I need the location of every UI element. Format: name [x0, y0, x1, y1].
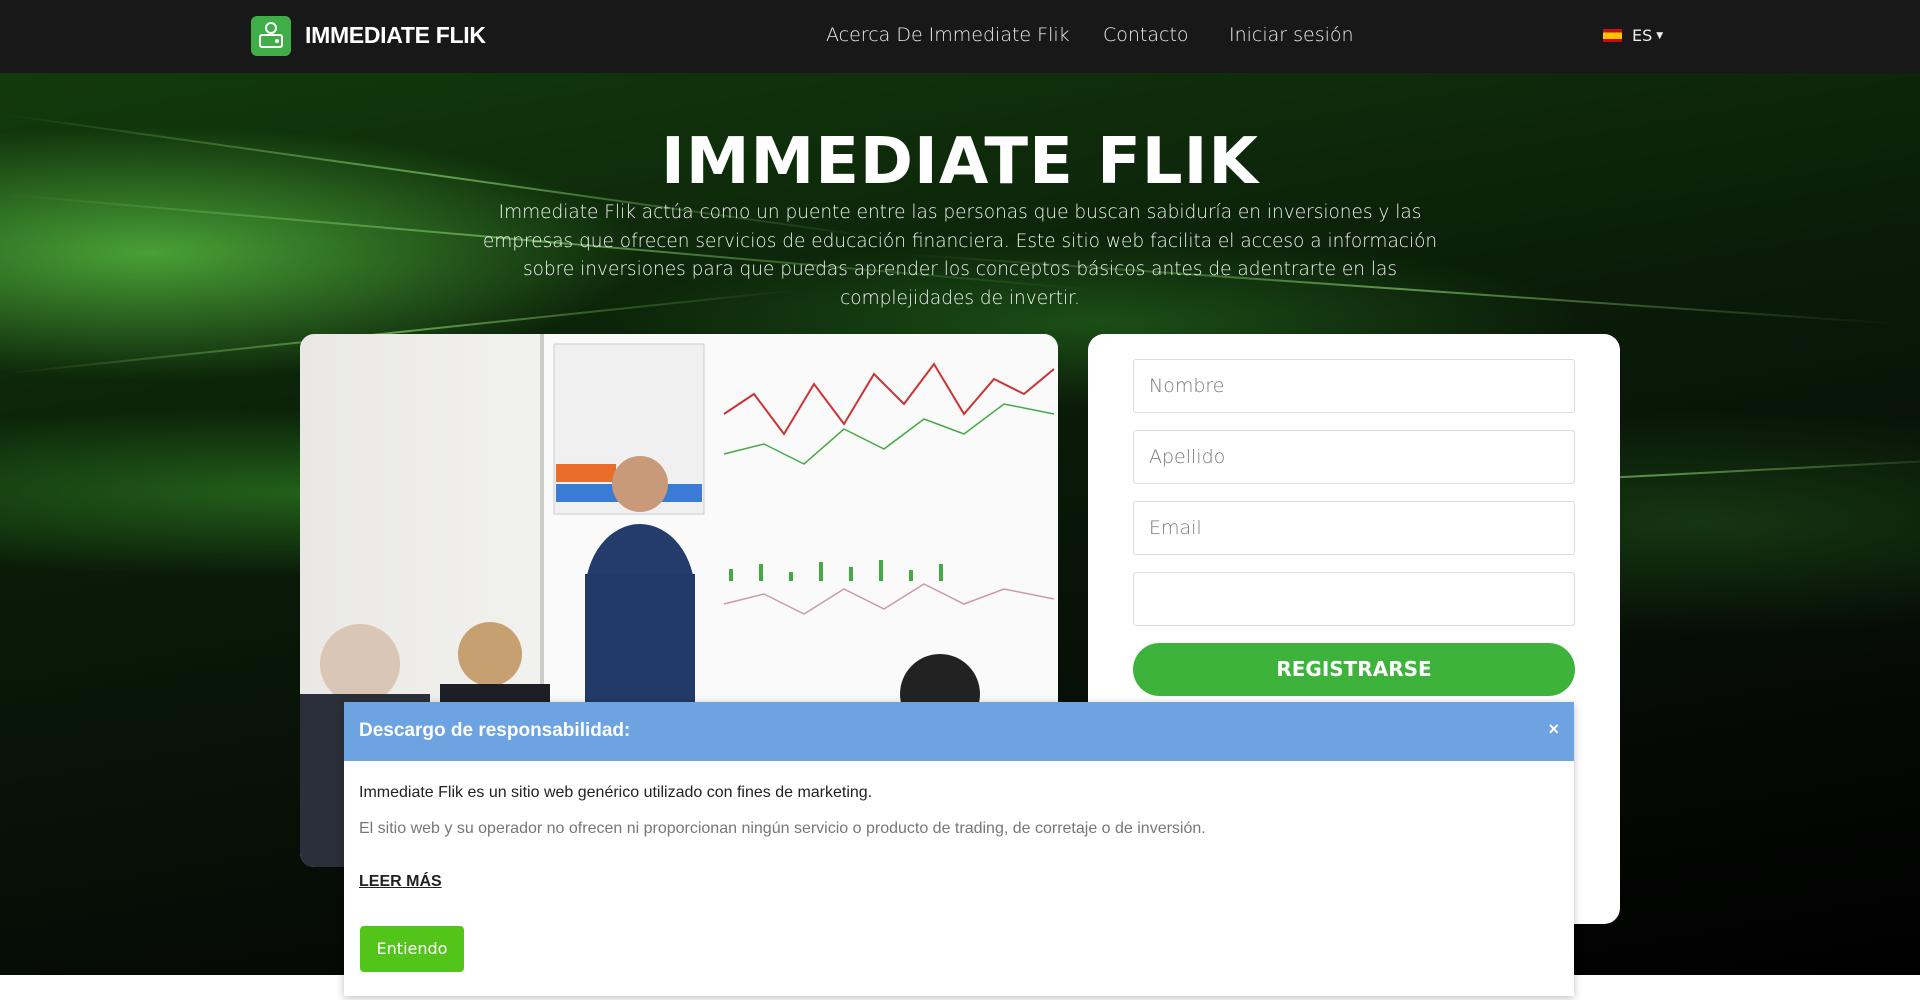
nav-about[interactable]: Acerca De Immediate Flik: [826, 24, 1070, 46]
phone-input[interactable]: [1133, 572, 1575, 626]
language-code: ES: [1632, 26, 1653, 45]
hero-description: Immediate Flik actúa como un puente entr…: [482, 202, 1438, 309]
accept-button[interactable]: Entiendo: [360, 926, 464, 972]
caret-down-icon: ▼: [1656, 30, 1664, 41]
top-navbar: IMMEDIATE FLIK Acerca De Immediate Flik …: [0, 0, 1920, 73]
nav-contact[interactable]: Contacto: [1103, 24, 1189, 46]
nav-login[interactable]: Iniciar sesión: [1229, 24, 1354, 46]
read-more-link[interactable]: LEER MÁS: [359, 873, 442, 891]
spain-flag-icon: [1603, 29, 1622, 42]
hero-title: IMMEDIATE FLIK: [661, 125, 1259, 199]
email-input[interactable]: Email: [1133, 501, 1575, 555]
disclaimer-faded-text: [359, 854, 1559, 864]
disclaimer-modal: Descargo de responsabilidad: × Immediate…: [344, 702, 1574, 996]
register-button[interactable]: REGISTRARSE: [1133, 643, 1575, 696]
last-name-input[interactable]: Apellido: [1133, 430, 1575, 484]
disclaimer-title: Descargo de responsabilidad:: [344, 702, 1574, 761]
disclaimer-line-1: Immediate Flik es un sitio web genérico …: [359, 784, 873, 801]
first-name-input[interactable]: Nombre: [1133, 359, 1575, 413]
wallet-logo-icon[interactable]: [251, 16, 291, 56]
close-icon[interactable]: ×: [1548, 719, 1559, 740]
disclaimer-line-2: El sitio web y su operador no ofrecen ni…: [359, 820, 1206, 837]
language-selector[interactable]: ES ▼: [1603, 26, 1663, 45]
brand-name[interactable]: IMMEDIATE FLIK: [305, 22, 486, 49]
